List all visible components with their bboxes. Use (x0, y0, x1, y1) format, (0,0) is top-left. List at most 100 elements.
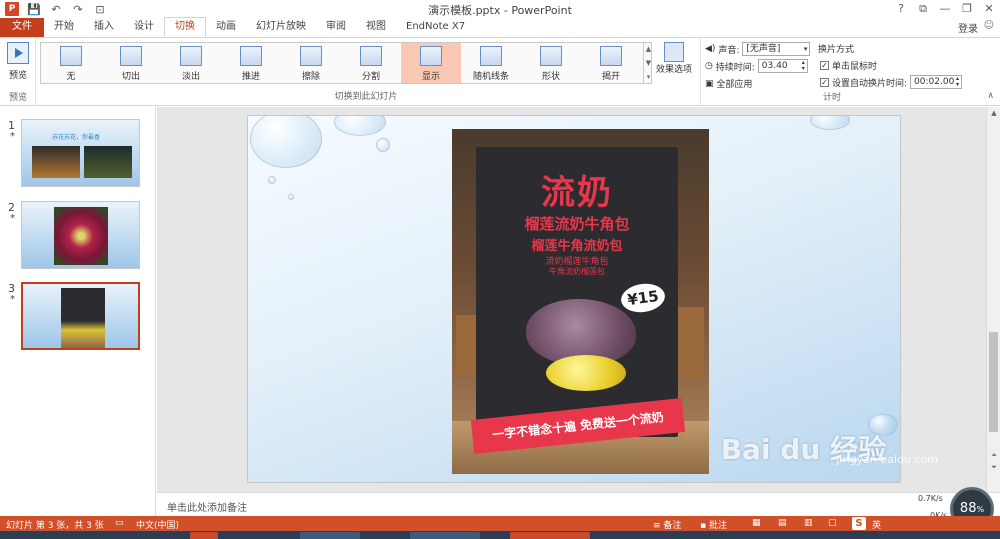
tab-review[interactable]: 审阅 (316, 18, 356, 37)
collapse-ribbon-icon[interactable]: ∧ (987, 91, 994, 101)
after-checkbox[interactable]: ✓ 设置自动换片时间: 00:02.00 ▴ ▾ (820, 75, 963, 89)
transition-random-bars[interactable]: 随机线条 (461, 43, 521, 83)
transition-label: 随机线条 (472, 72, 509, 82)
water-drop-decoration (288, 194, 294, 200)
transition-fade[interactable]: 淡出 (161, 43, 221, 83)
transition-shape[interactable]: 形状 (521, 43, 581, 83)
taskbar-app-icon[interactable] (190, 532, 218, 539)
preview-icon (7, 42, 29, 64)
ribbon: 预览 预览 无 切出 淡出 推进 擦除 分割 显示 随机线条 形状 揭开 ▲ ▼… (0, 38, 1000, 106)
tab-slideshow[interactable]: 幻灯片放映 (246, 18, 316, 37)
transition-star-icon: * (10, 294, 15, 305)
sound-dropdown[interactable]: [无声音] ▾ (742, 42, 811, 56)
transition-label: 无 (66, 72, 76, 82)
login-link[interactable]: 登录 (958, 20, 978, 35)
prev-slide-icon[interactable]: ⏶ (987, 451, 1000, 460)
status-bar: 幻灯片 第 3 张，共 3 张 ▭ 中文(中国) ≡ 备注 ▪ 批注 ▦ ▤ ▥… (0, 516, 1000, 531)
tab-insert[interactable]: 插入 (84, 18, 124, 37)
start-from-beginning-icon[interactable]: ⊡ (93, 3, 107, 16)
gallery-more-icon[interactable]: ▾ (647, 73, 651, 81)
slide-editor: 流奶 榴莲流奶牛角包 榴莲牛角流奶包 流奶榴莲牛角包 牛角流奶榴莲包 ¥15 一… (157, 107, 986, 492)
gallery-down-icon[interactable]: ▼ (646, 59, 651, 67)
taskbar-app-icon[interactable] (300, 532, 360, 539)
transition-wipe[interactable]: 擦除 (281, 43, 341, 83)
effect-options-button[interactable]: 效果选项 (655, 42, 693, 76)
water-drop-decoration (268, 176, 276, 184)
slideshow-view-icon[interactable]: ▢ (828, 518, 837, 528)
powerpoint-app-icon[interactable]: P (5, 2, 19, 16)
gallery-up-icon[interactable]: ▲ (646, 45, 651, 53)
scroll-up-icon[interactable]: ▲ (987, 109, 1000, 117)
taskbar-app-icon[interactable] (410, 532, 480, 539)
comments-button[interactable]: ▪ 批注 (700, 518, 727, 531)
photo-thumbnail (61, 288, 105, 348)
transition-uncover[interactable]: 揭开 (581, 43, 641, 83)
on-click-checkbox[interactable]: ✓ 单击鼠标时 (820, 59, 877, 72)
tab-animations[interactable]: 动画 (206, 18, 246, 37)
transition-push-icon (240, 46, 262, 66)
transition-label: 切出 (121, 72, 140, 82)
scrollbar-thumb[interactable] (989, 332, 998, 432)
transition-cut-icon (120, 46, 142, 66)
transition-shape-icon (540, 46, 562, 66)
poster-board: 流奶 榴莲流奶牛角包 榴莲牛角流奶包 流奶榴莲牛角包 牛角流奶榴莲包 ¥15 一… (470, 147, 686, 454)
timing-group-label: 计时 (822, 93, 841, 103)
title-bar: P 💾 ↶ ↷ ⊡ 演示模板.pptx - PowerPoint ? ⧉ — ❐… (0, 0, 1000, 18)
preview-button[interactable]: 预览 (4, 42, 32, 81)
ribbon-display-icon[interactable]: ⧉ (912, 0, 934, 18)
photo-thumbnail (84, 146, 132, 178)
transition-split[interactable]: 分割 (341, 43, 401, 83)
on-click-label: 单击鼠标时 (832, 62, 878, 72)
water-drop-decoration (376, 138, 390, 152)
minimize-button[interactable]: — (934, 0, 956, 18)
close-button[interactable]: ✕ (978, 0, 1000, 18)
input-mode-indicator[interactable]: 英 (872, 518, 881, 531)
after-time-spinner[interactable]: 00:02.00 ▴ ▾ (910, 75, 963, 89)
input-method-icon[interactable]: S (852, 517, 866, 530)
notes-button[interactable]: ≡ 备注 (653, 518, 681, 531)
transition-push[interactable]: 推进 (221, 43, 281, 83)
notes-pane[interactable]: 单击此处添加备注 (157, 492, 1000, 516)
after-label: 设置自动换片时间: (832, 78, 908, 89)
slide-thumbnail-image (21, 282, 140, 350)
transition-reveal[interactable]: 显示 (401, 43, 461, 83)
baidu-watermark-url: jingyan.baidu.com (836, 453, 938, 466)
editor-scrollbar[interactable]: ▲ ⏶ ⏷ (986, 107, 1000, 492)
undo-icon[interactable]: ↶ (49, 3, 63, 16)
next-slide-icon[interactable]: ⏷ (987, 463, 1000, 472)
transition-label: 揭开 (601, 72, 620, 82)
poster-title: 流奶 (541, 173, 613, 213)
taskbar-app-icon[interactable] (510, 532, 590, 539)
transition-label: 擦除 (301, 72, 320, 82)
custard-image (546, 355, 626, 391)
transition-label: 显示 (421, 72, 440, 82)
tab-file[interactable]: 文件 (0, 18, 44, 37)
tab-transitions[interactable]: 切换 (164, 17, 206, 37)
help-icon[interactable]: ? (890, 0, 912, 18)
transitions-group-label: 切换到此幻灯片 (334, 92, 398, 102)
current-slide[interactable]: 流奶 榴莲流奶牛角包 榴莲牛角流奶包 流奶榴莲牛角包 牛角流奶榴莲包 ¥15 一… (247, 115, 901, 483)
tab-home[interactable]: 开始 (44, 18, 84, 37)
spell-check-icon[interactable]: ▭ (115, 518, 124, 528)
duration-spinner[interactable]: 03.40 ▴ ▾ (757, 59, 808, 73)
tab-view[interactable]: 视图 (356, 18, 396, 37)
save-icon[interactable]: 💾 (27, 3, 41, 16)
apply-all-button[interactable]: ▣ 全部应用 (705, 77, 752, 91)
language-indicator[interactable]: 中文(中国) (136, 518, 179, 531)
transition-cut[interactable]: 切出 (101, 43, 161, 83)
restore-button[interactable]: ❐ (956, 0, 978, 18)
tab-endnote[interactable]: EndNote X7 (396, 18, 475, 37)
transition-label: 分割 (361, 72, 380, 82)
transition-none[interactable]: 无 (41, 43, 101, 83)
slide-info: 幻灯片 第 3 张，共 3 张 (6, 521, 104, 531)
feedback-icon[interactable]: ☺ (984, 20, 994, 31)
gallery-scroll[interactable]: ▲ ▼ ▾ (643, 42, 653, 84)
tab-design[interactable]: 设计 (124, 18, 164, 37)
normal-view-icon[interactable]: ▦ (752, 518, 761, 528)
apply-all-icon: ▣ (705, 78, 714, 89)
redo-icon[interactable]: ↷ (71, 3, 85, 16)
reading-view-icon[interactable]: ▥ (804, 518, 813, 528)
quick-access-toolbar: 💾 ↶ ↷ ⊡ (27, 3, 107, 16)
poster-photo[interactable]: 流奶 榴莲流奶牛角包 榴莲牛角流奶包 流奶榴莲牛角包 牛角流奶榴莲包 ¥15 一… (452, 129, 709, 474)
slide-sorter-icon[interactable]: ▤ (778, 518, 787, 528)
